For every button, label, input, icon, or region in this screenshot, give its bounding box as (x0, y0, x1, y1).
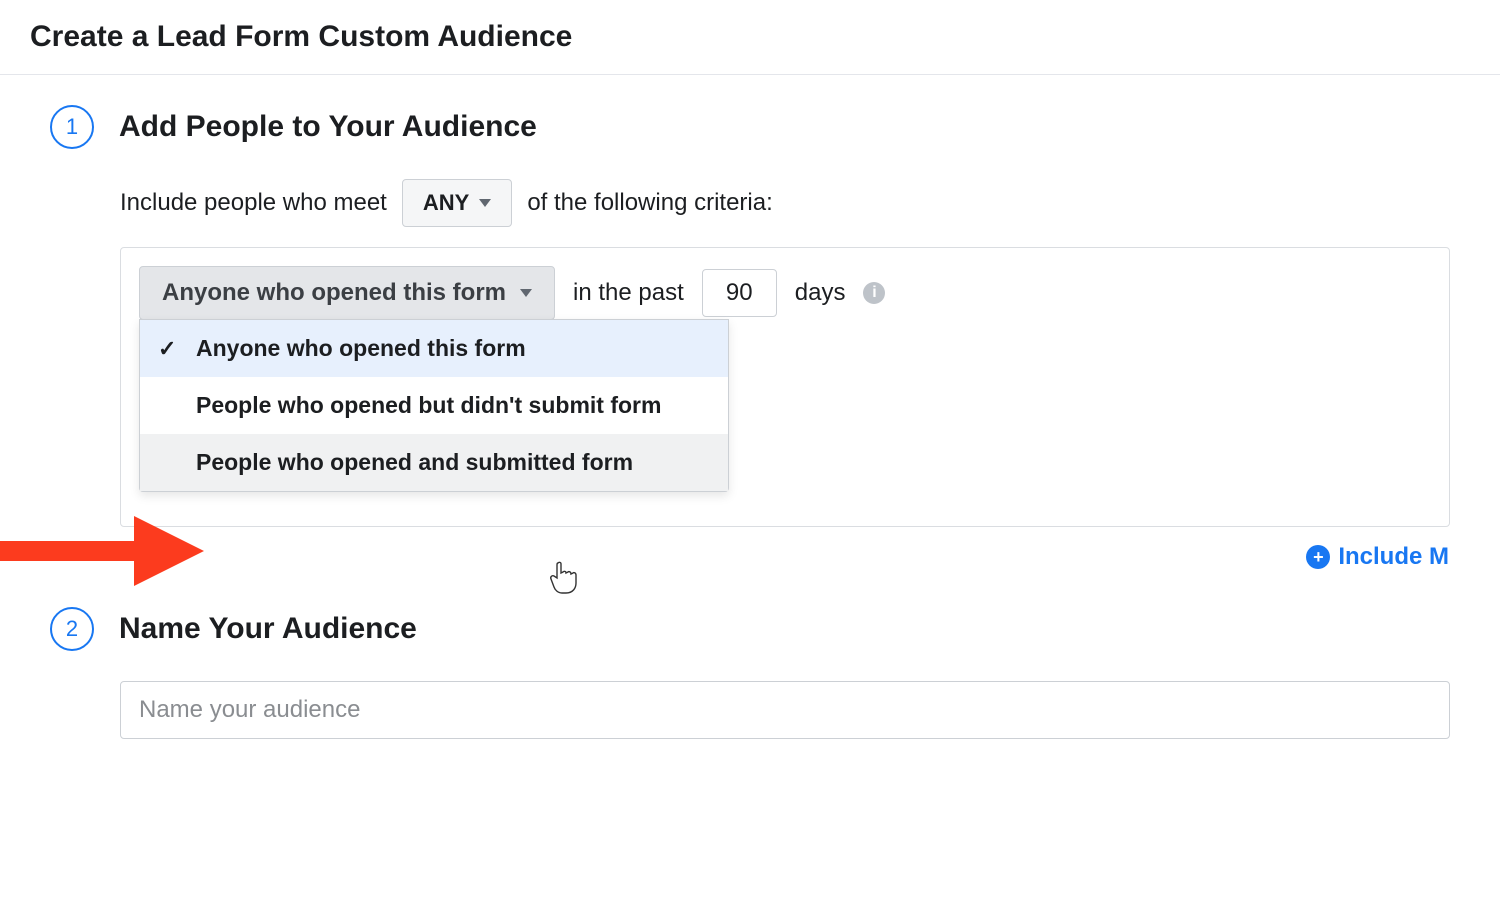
match-mode-dropdown[interactable]: ANY (402, 179, 512, 227)
check-icon: ✓ (158, 336, 188, 362)
days-label: days (795, 279, 846, 307)
match-mode-label: ANY (423, 190, 469, 216)
page-header: Create a Lead Form Custom Audience (0, 0, 1500, 75)
step-1-title: Add People to Your Audience (119, 110, 537, 144)
audience-name-input[interactable] (120, 681, 1450, 739)
dropdown-option-label: People who opened but didn't submit form (196, 392, 661, 419)
dropdown-option-anyone-opened[interactable]: ✓ Anyone who opened this form (140, 320, 728, 377)
criteria-row: Include people who meet ANY of the follo… (120, 179, 1450, 227)
event-type-dropdown-trigger[interactable]: Anyone who opened this form ✓ Anyone who… (139, 266, 555, 320)
include-more-button[interactable]: + Include M (1306, 543, 1449, 571)
rule-box: Anyone who opened this form ✓ Anyone who… (120, 247, 1450, 527)
caret-down-icon (479, 199, 491, 207)
step-2-header: 2 Name Your Audience (50, 607, 1450, 651)
rule-row: Anyone who opened this form ✓ Anyone who… (139, 266, 1431, 320)
dropdown-option-label: Anyone who opened this form (196, 335, 526, 362)
step-2-title: Name Your Audience (119, 612, 417, 646)
criteria-prefix-label: Include people who meet (120, 189, 387, 217)
step-2-number-circle: 2 (50, 607, 94, 651)
dropdown-option-opened-submitted[interactable]: People who opened and submitted form (140, 434, 728, 491)
event-type-dropdown-menu: ✓ Anyone who opened this form People who… (139, 319, 729, 492)
info-icon[interactable]: i (863, 282, 885, 304)
caret-down-icon (520, 289, 532, 297)
step-1-header: 1 Add People to Your Audience (50, 105, 1450, 149)
dropdown-option-opened-not-submitted[interactable]: People who opened but didn't submit form (140, 377, 728, 434)
page-title: Create a Lead Form Custom Audience (30, 20, 1470, 54)
event-type-selected-label: Anyone who opened this form (162, 279, 506, 307)
in-past-label: in the past (573, 279, 684, 307)
include-more-label: Include M (1338, 543, 1449, 571)
step-2-section: 2 Name Your Audience (0, 547, 1500, 759)
annotation-arrow-icon (0, 516, 204, 586)
criteria-suffix-label: of the following criteria: (527, 189, 772, 217)
step-1-number-circle: 1 (50, 105, 94, 149)
days-input[interactable] (702, 269, 777, 317)
step-1-section: 1 Add People to Your Audience Include pe… (0, 75, 1500, 547)
dropdown-option-label: People who opened and submitted form (196, 449, 633, 476)
plus-circle-icon: + (1306, 545, 1330, 569)
